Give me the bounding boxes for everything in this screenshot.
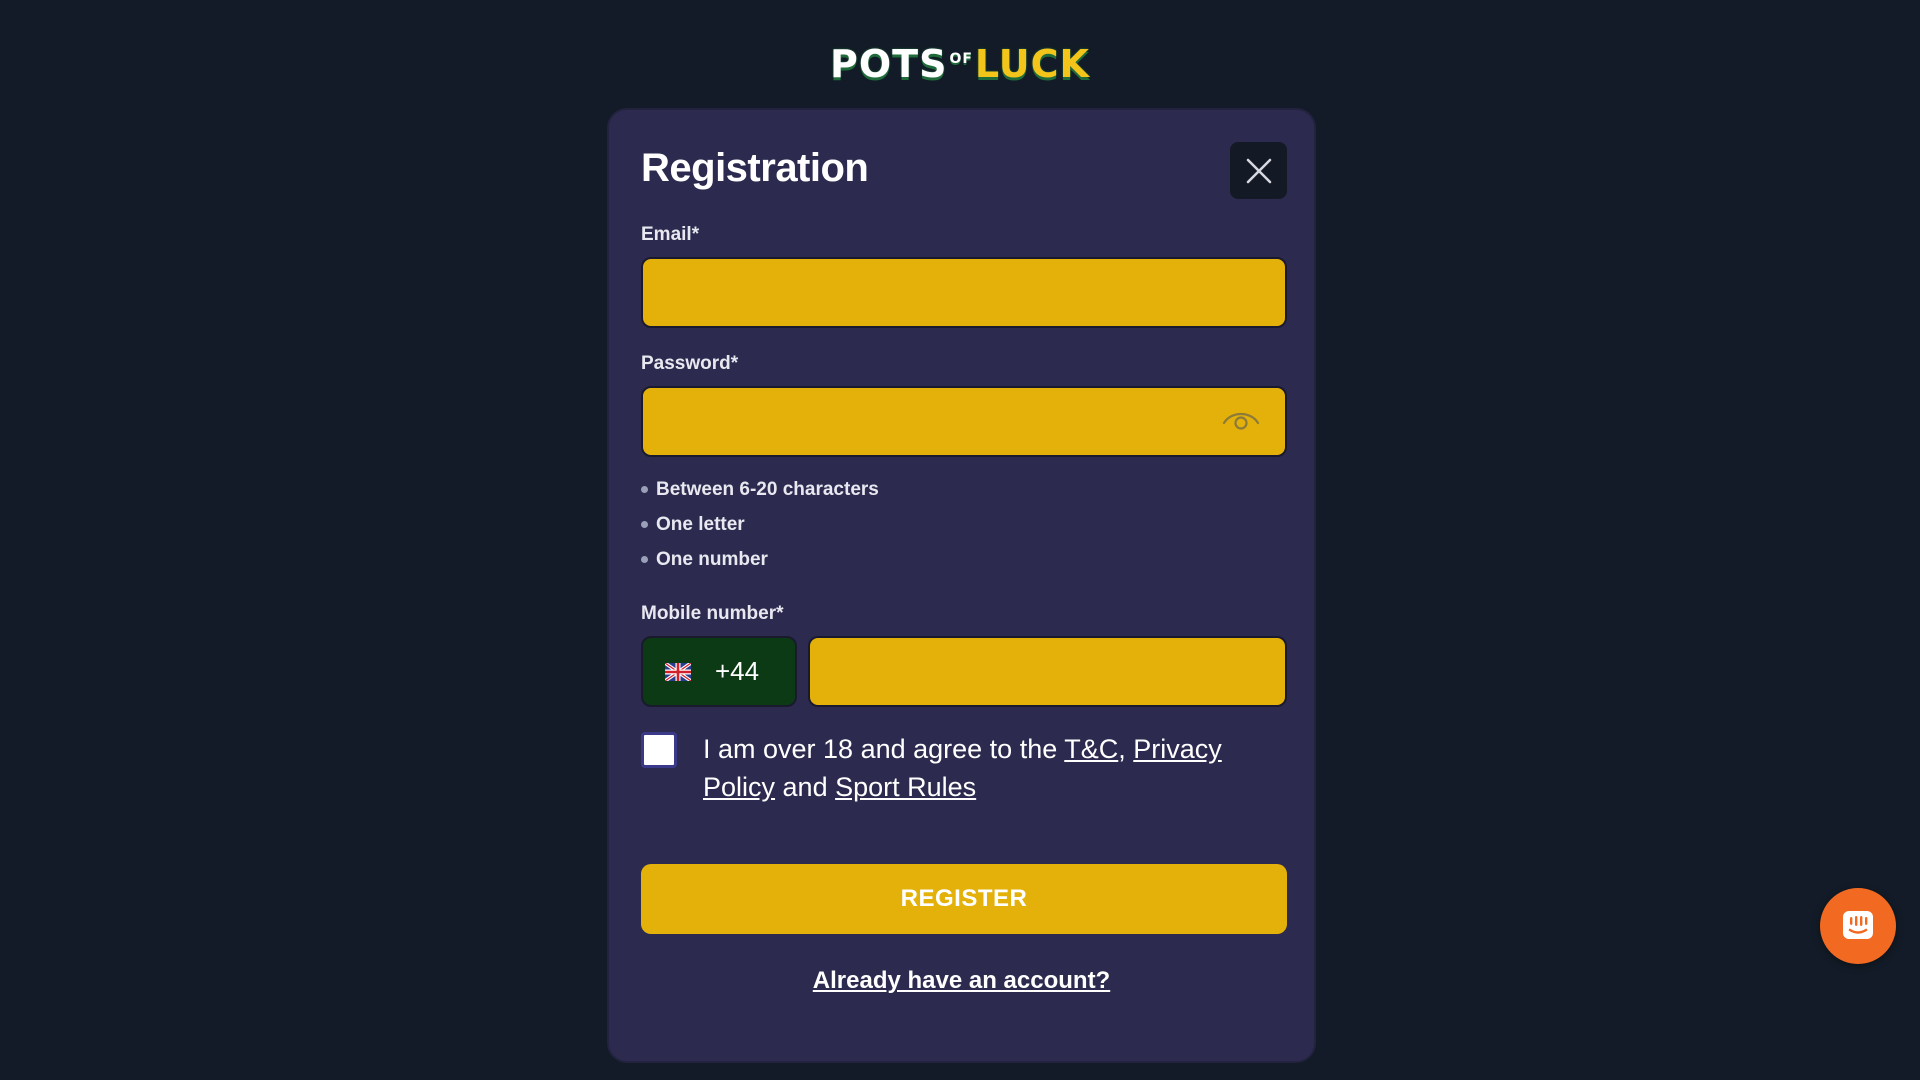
agreement-row: I am over 18 and agree to the T&C, Priva… (641, 730, 1287, 806)
rule-text: Between 6-20 characters (656, 479, 879, 500)
bullet-icon (641, 486, 648, 493)
bullet-icon (641, 556, 648, 563)
bullet-icon (641, 521, 648, 528)
rule-text: One letter (656, 514, 745, 535)
sport-rules-link[interactable]: Sport Rules (835, 772, 976, 802)
password-rule: One letter (641, 507, 879, 542)
registration-modal: Registration Email* Password* Between 6-… (607, 108, 1316, 1063)
chat-widget-button[interactable] (1820, 888, 1896, 964)
agreement-text: I am over 18 and agree to the T&C, Priva… (703, 730, 1287, 806)
password-rule: One number (641, 542, 879, 577)
tc-link[interactable]: T&C (1064, 734, 1118, 764)
country-code: +44 (715, 656, 760, 686)
page: POTS OFLUCK Registration Email* Password*… (0, 0, 1920, 1080)
email-input[interactable] (641, 257, 1287, 328)
agreement-checkbox[interactable] (641, 732, 677, 768)
rule-text: One number (656, 549, 768, 570)
mobile-number-input[interactable] (808, 636, 1287, 707)
agreement-separator: , (1118, 734, 1134, 764)
modal-title: Registration (641, 146, 869, 190)
close-button[interactable] (1230, 142, 1287, 199)
chat-icon (1843, 911, 1873, 939)
register-button[interactable]: REGISTER (641, 864, 1287, 934)
country-code-selector[interactable]: +44 (641, 636, 797, 707)
eye-icon[interactable] (1221, 407, 1261, 435)
logo-pots: POTS (830, 42, 948, 86)
password-label: Password* (641, 353, 739, 374)
close-icon (1246, 158, 1271, 183)
password-rules: Between 6-20 characters One letter One n… (641, 472, 879, 577)
agreement-and: and (775, 772, 836, 802)
login-link[interactable]: Already have an account? (609, 967, 1314, 995)
logo-luck: LUCK (974, 42, 1090, 86)
password-rule: Between 6-20 characters (641, 472, 879, 507)
brand-logo[interactable]: POTS OFLUCK (0, 36, 1920, 87)
mobile-label: Mobile number* (641, 603, 784, 624)
email-label: Email* (641, 224, 700, 245)
logo-of: OF (949, 51, 973, 67)
uk-flag-icon (665, 662, 691, 681)
agreement-prefix: I am over 18 and agree to the (703, 734, 1065, 764)
password-input[interactable] (641, 386, 1287, 457)
